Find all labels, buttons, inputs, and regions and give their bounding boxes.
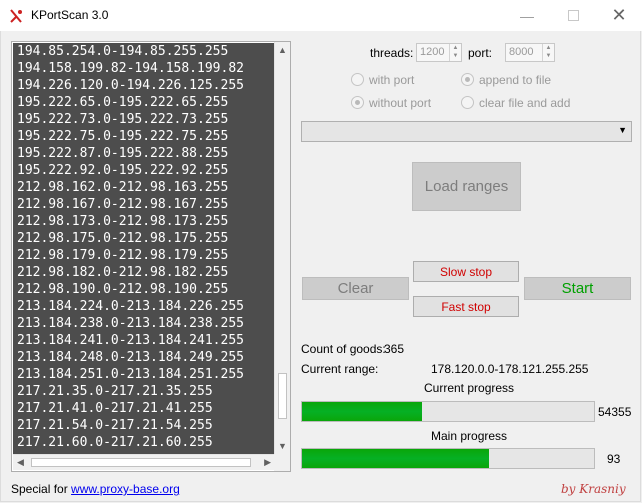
window-title: KPortScan 3.0	[31, 8, 109, 22]
without-port-label: without port	[369, 96, 432, 110]
with-port-radio[interactable]	[351, 73, 364, 86]
main-progress-bar	[301, 448, 595, 469]
scroll-left-icon[interactable]: ◀	[17, 457, 24, 468]
proxy-base-link[interactable]: www.proxy-base.org	[71, 482, 180, 496]
without-port-radio[interactable]	[351, 96, 364, 109]
scroll-up-icon[interactable]: ▲	[278, 45, 287, 55]
threads-label: threads:	[370, 46, 414, 60]
count-of-goods-label: Count of goods:	[301, 342, 386, 356]
list-item[interactable]: 213.184.241.0-213.184.241.255	[13, 332, 275, 349]
count-of-goods-value: 365	[384, 342, 405, 356]
close-button[interactable]: ✕	[596, 0, 642, 31]
special-for-label: Special for	[11, 482, 68, 496]
list-item[interactable]: 217.21.41.0-217.21.41.255	[13, 400, 275, 417]
current-progress-value: 54355	[598, 405, 632, 419]
list-item[interactable]: 194.226.120.0-194.226.125.255	[13, 77, 275, 94]
vertical-scrollbar[interactable]: ▲ ▼	[274, 42, 290, 454]
port-label: port:	[468, 46, 493, 60]
start-button[interactable]: Start	[524, 277, 631, 300]
app-logo-icon	[10, 9, 22, 23]
current-progress-fill	[302, 402, 422, 421]
list-item[interactable]: 217.21.54.0-217.21.54.255	[13, 417, 275, 434]
current-progress-bar	[301, 401, 595, 422]
list-item[interactable]: 195.222.87.0-195.222.88.255	[13, 145, 275, 162]
list-item[interactable]: 212.98.190.0-212.98.190.255	[13, 281, 275, 298]
list-item[interactable]: 195.222.73.0-195.222.73.255	[13, 111, 275, 128]
main-progress-fill	[302, 449, 489, 468]
load-ranges-button[interactable]: Load ranges	[412, 162, 521, 211]
main-progress-value: 93	[607, 452, 621, 466]
author-credit: by Krasniy	[561, 482, 626, 496]
list-item[interactable]: 194.158.199.82-194.158.199.82	[13, 60, 275, 77]
port-spinner[interactable]: 8000 ▲ ▼	[505, 43, 555, 62]
threads-spinner[interactable]: 1200 ▲ ▼	[416, 43, 462, 62]
scrollbar-corner	[274, 454, 290, 471]
source-dropdown[interactable]: ▼	[301, 121, 632, 142]
list-item[interactable]: 194.85.254.0-194.85.255.255	[13, 43, 275, 60]
threads-stepper-icon[interactable]: ▲ ▼	[449, 44, 461, 61]
close-icon: ✕	[611, 5, 627, 25]
maximize-icon	[567, 10, 579, 21]
scroll-down-icon[interactable]: ▼	[278, 441, 287, 451]
list-item[interactable]: 213.184.224.0-213.184.226.255	[13, 298, 275, 315]
clear-button[interactable]: Clear	[302, 277, 409, 300]
current-range-label: Current range:	[301, 362, 379, 376]
list-item[interactable]: 213.184.248.0-213.184.249.255	[13, 349, 275, 366]
list-item[interactable]: 195.222.92.0-195.222.92.255	[13, 162, 275, 179]
horizontal-scrollbar[interactable]: ◀ ▶	[13, 454, 275, 470]
list-item[interactable]: 213.184.238.0-213.184.238.255	[13, 315, 275, 332]
list-item[interactable]: 212.98.182.0-212.98.182.255	[13, 264, 275, 281]
port-value: 8000	[509, 46, 534, 58]
ranges-list-content: 194.85.254.0-194.85.255.255 194.158.199.8…	[13, 43, 275, 454]
threads-value: 1200	[420, 46, 445, 58]
minimize-button[interactable]: —	[504, 0, 550, 31]
minimize-icon: —	[520, 7, 534, 24]
ranges-list[interactable]: 194.85.254.0-194.85.255.255 194.158.199.8…	[11, 41, 291, 472]
current-progress-label: Current progress	[424, 381, 515, 395]
list-item[interactable]: 212.98.162.0-212.98.163.255	[13, 179, 275, 196]
clear-file-and-add-radio[interactable]	[461, 96, 474, 109]
with-port-label: with port	[369, 73, 415, 87]
fast-stop-button[interactable]: Fast stop	[413, 296, 519, 317]
title-bar: KPortScan 3.0 — ✕	[0, 0, 642, 31]
port-stepper-icon[interactable]: ▲ ▼	[542, 44, 554, 61]
list-item[interactable]: 217.21.35.0-217.21.35.255	[13, 383, 275, 400]
main-progress-label: Main progress	[431, 429, 508, 443]
vertical-scroll-thumb[interactable]	[278, 373, 287, 419]
maximize-button[interactable]	[550, 0, 596, 31]
append-to-file-label: append to file	[479, 73, 552, 87]
list-item[interactable]: 212.98.175.0-212.98.175.255	[13, 230, 275, 247]
list-item[interactable]: 195.222.65.0-195.222.65.255	[13, 94, 275, 111]
chevron-down-icon: ▼	[618, 125, 627, 135]
clear-file-and-add-label: clear file and add	[479, 96, 571, 110]
horizontal-scroll-thumb[interactable]	[31, 458, 251, 467]
footer: Special for www.proxy-base.org	[11, 482, 180, 496]
list-item[interactable]: 212.98.179.0-212.98.179.255	[13, 247, 275, 264]
list-item[interactable]: 195.222.75.0-195.222.75.255	[13, 128, 275, 145]
scroll-right-icon[interactable]: ▶	[264, 457, 271, 468]
list-item[interactable]: 213.184.251.0-213.184.251.255	[13, 366, 275, 383]
slow-stop-button[interactable]: Slow stop	[413, 261, 519, 282]
list-item[interactable]: 212.98.167.0-212.98.167.255	[13, 196, 275, 213]
current-range-value: 178.120.0.0-178.121.255.255	[431, 362, 589, 376]
list-item[interactable]: 212.98.173.0-212.98.173.255	[13, 213, 275, 230]
append-to-file-radio[interactable]	[461, 73, 474, 86]
list-item[interactable]: 217.21.60.0-217.21.60.255	[13, 434, 275, 451]
